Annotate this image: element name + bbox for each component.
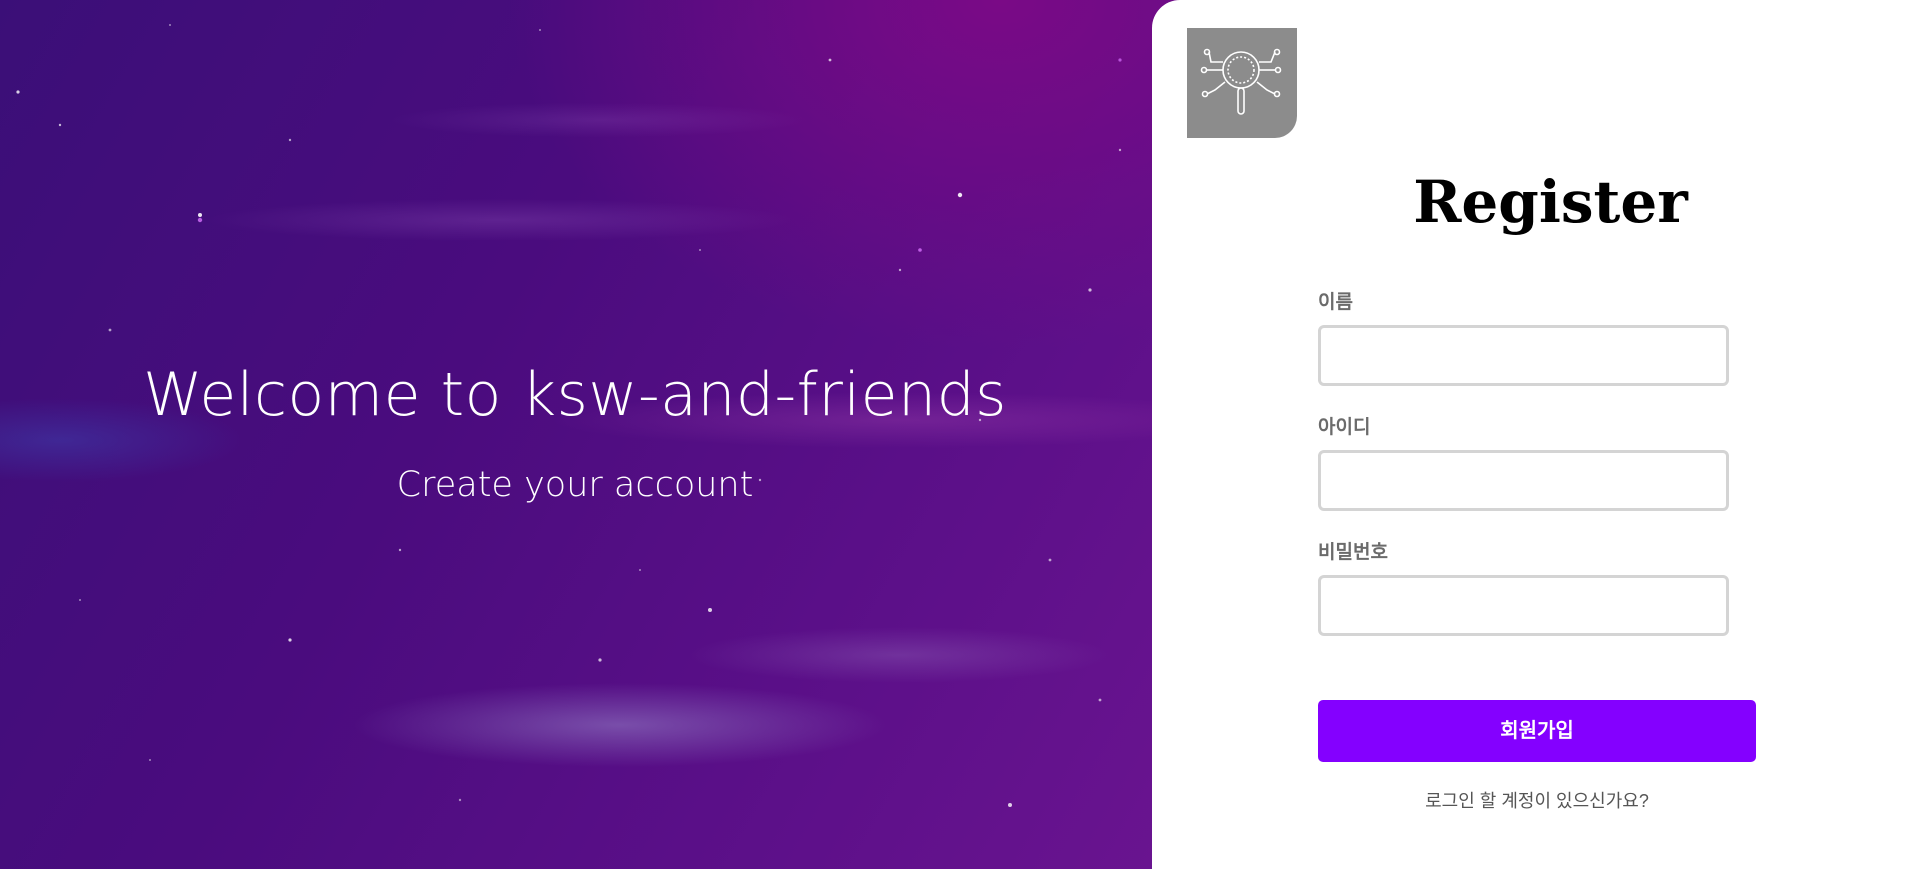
welcome-heading: Welcome to ksw-and-friends	[143, 360, 1007, 430]
register-title: Register	[1413, 168, 1688, 236]
magnifier-circuit-icon	[1200, 48, 1282, 115]
password-label: 비밀번호	[1318, 542, 1388, 563]
register-panel: Register 이름 아이디 비밀번호 회원가입 로그인 할 계정이 있으신가…	[1152, 0, 1919, 869]
name-label: 이름	[1318, 292, 1353, 313]
login-link[interactable]: 로그인 할 계정이 있으신가요?	[1318, 787, 1756, 813]
hero-subtitle: Create your account	[396, 465, 754, 505]
app-logo	[1187, 28, 1297, 138]
username-input[interactable]	[1318, 450, 1729, 511]
password-input[interactable]	[1318, 575, 1729, 636]
name-input[interactable]	[1318, 325, 1729, 386]
username-label: 아이디	[1318, 417, 1371, 438]
starfield-background	[16, 24, 1122, 807]
register-button[interactable]: 회원가입	[1318, 700, 1756, 762]
hero-panel: Welcome to ksw-and-friends Create your a…	[0, 0, 1180, 869]
